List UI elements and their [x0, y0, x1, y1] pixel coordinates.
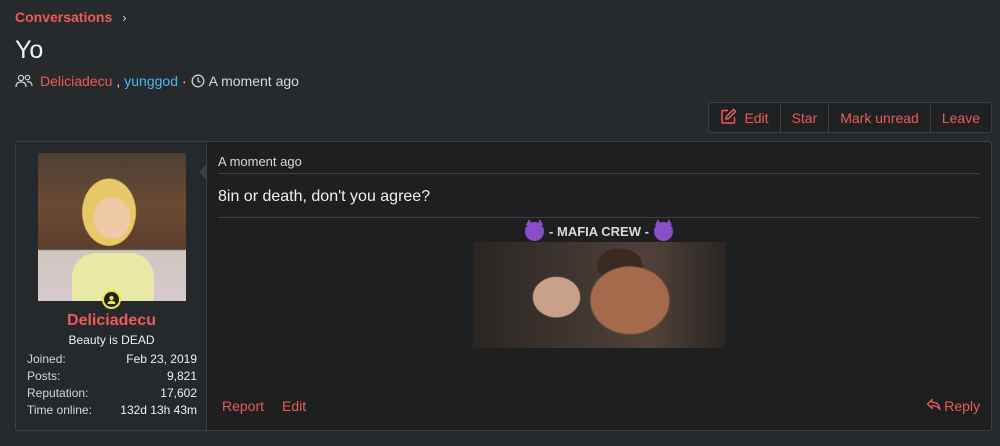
- stat-row-joined: Joined: Feb 23, 2019: [27, 352, 197, 369]
- star-button[interactable]: Star: [781, 103, 830, 132]
- divider: [218, 173, 980, 174]
- message-user-cell: Deliciadecu Beauty is DEAD Joined: Feb 2…: [16, 142, 207, 430]
- message-body: 8in or death, don't you agree?: [218, 188, 431, 205]
- conversation-actions: Edit Star Mark unread Leave: [708, 102, 992, 133]
- online-status-icon: [102, 290, 121, 309]
- devil-emoji-icon: [653, 219, 673, 241]
- breadcrumb-conversations-link[interactable]: Conversations: [15, 9, 112, 25]
- stat-row-reputation: Reputation: 17,602: [27, 386, 197, 403]
- participant-link-deliciadecu[interactable]: Deliciadecu: [40, 73, 112, 89]
- edit-button[interactable]: Edit: [709, 103, 781, 132]
- stat-value: 17,602: [160, 386, 197, 400]
- message: Deliciadecu Beauty is DEAD Joined: Feb 2…: [15, 141, 992, 431]
- breadcrumb: Conversations ›: [15, 9, 127, 25]
- message-date[interactable]: A moment ago: [218, 154, 302, 169]
- participant-link-yunggod[interactable]: yunggod: [124, 73, 178, 89]
- conversation-start-time: A moment ago: [208, 73, 299, 89]
- participant-separator: ,: [116, 73, 121, 89]
- leave-button[interactable]: Leave: [931, 103, 991, 132]
- reply-button[interactable]: Reply: [926, 398, 980, 414]
- signature-text: - MAFIA CREW -: [549, 224, 649, 239]
- message-username[interactable]: Deliciadecu: [16, 312, 207, 330]
- stat-key: Time online:: [27, 403, 92, 417]
- stat-value: Feb 23, 2019: [126, 352, 197, 366]
- edit-post-link[interactable]: Edit: [282, 398, 306, 414]
- conversation-meta: Deliciadecu, yunggod · A moment ago: [15, 73, 299, 89]
- user-title: Beauty is DEAD: [68, 333, 155, 347]
- avatar[interactable]: [38, 153, 186, 301]
- mark-unread-button[interactable]: Mark unread: [829, 103, 931, 132]
- stat-row-time-online: Time online: 132d 13h 43m: [27, 403, 197, 420]
- report-link[interactable]: Report: [222, 398, 264, 414]
- stat-key: Posts:: [27, 369, 61, 383]
- reply-label: Reply: [944, 398, 980, 414]
- page-title: Yo: [15, 36, 44, 64]
- chevron-right-icon: ›: [122, 9, 127, 25]
- reply-icon: [926, 398, 941, 414]
- devil-emoji-icon: [525, 219, 545, 241]
- edit-button-label: Edit: [744, 109, 769, 126]
- stat-key: Reputation:: [27, 386, 89, 400]
- participants-icon: [15, 74, 33, 88]
- edit-icon: [720, 107, 737, 128]
- stat-row-posts: Posts: 9,821: [27, 369, 197, 386]
- message-footer-actions: Report Edit: [222, 398, 306, 414]
- message-content: A moment ago 8in or death, don't you agr…: [218, 142, 980, 430]
- signature-title: - MAFIA CREW -: [218, 219, 980, 241]
- meta-dot: ·: [181, 73, 187, 89]
- message-arrow: [199, 164, 207, 180]
- stat-value: 132d 13h 43m: [120, 403, 197, 417]
- signature-divider: [218, 217, 980, 218]
- signature-image: [473, 242, 726, 348]
- user-stats: Joined: Feb 23, 2019 Posts: 9,821 Reputa…: [27, 352, 197, 420]
- clock-icon: [191, 74, 205, 88]
- stat-key: Joined:: [27, 352, 66, 366]
- stat-value: 9,821: [166, 369, 197, 383]
